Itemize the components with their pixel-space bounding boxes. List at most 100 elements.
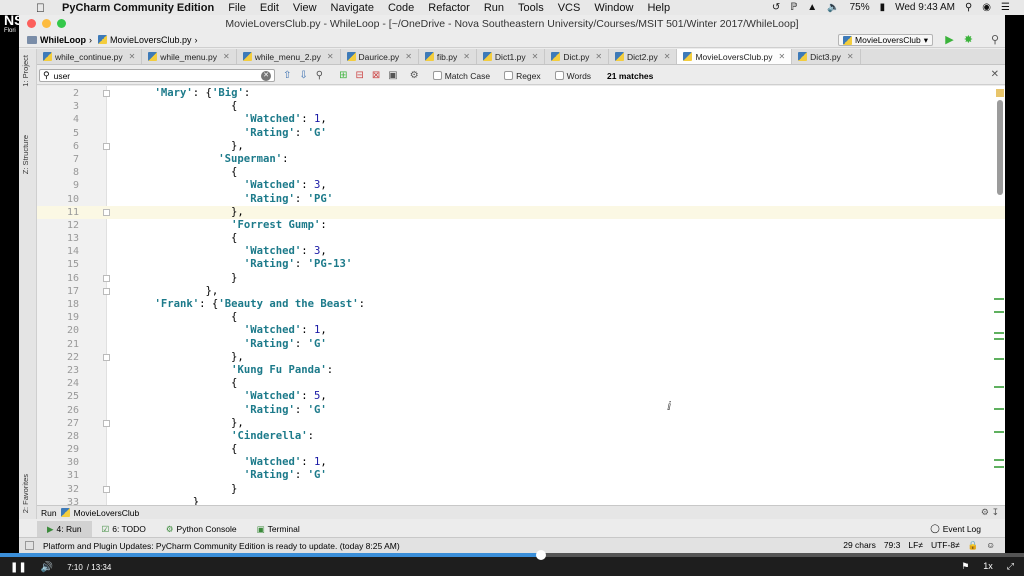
find-in-files-icon[interactable]: ⚲ [316, 70, 323, 81]
wifi-icon[interactable]: ▲ [807, 2, 817, 13]
search-icon[interactable]: ⚲ [43, 70, 50, 81]
regex-option[interactable]: Regex [504, 71, 541, 81]
code-line[interactable]: 32 } [37, 483, 1005, 496]
code-line[interactable]: 33 } [37, 496, 1005, 505]
battery-icon[interactable]: ▮ [880, 2, 886, 13]
fold-marker-icon[interactable] [103, 142, 110, 150]
tab-while_continue-py[interactable]: while_continue.py ✕ [37, 49, 143, 64]
code-line[interactable]: 26 'Rating': 'G' [37, 404, 1005, 417]
run-panel-settings-icon[interactable]: ⚙ [981, 507, 989, 517]
words-checkbox[interactable] [554, 71, 564, 80]
debug-icon[interactable]: ✸ [964, 33, 973, 46]
app-menu[interactable]: PyCharm Community Edition [62, 2, 214, 14]
tab-dict3-py[interactable]: Dict3.py ✕ [792, 49, 861, 64]
remove-occurrence-icon[interactable]: ⊟ [356, 70, 364, 81]
inspector-icon[interactable]: ☺ [986, 540, 995, 551]
run-configuration-select[interactable]: MovieLoversClub ▾ [838, 34, 933, 46]
tab-while_menu-py[interactable]: while_menu.py ✕ [142, 49, 237, 64]
clock[interactable]: Wed 9:43 AM [895, 2, 955, 13]
code-line[interactable]: 28 'Cinderella': [37, 430, 1005, 443]
close-tab-icon[interactable]: ✕ [778, 52, 785, 61]
vertical-scrollbar[interactable] [997, 100, 1003, 195]
code-line[interactable]: 12 'Forrest Gump': [37, 219, 1005, 232]
battery-level[interactable]: 75% [850, 2, 870, 13]
occurrence-marker[interactable] [994, 311, 1004, 313]
occurrence-marker[interactable] [994, 408, 1004, 410]
code-line[interactable]: 4 'Watched': 1, [37, 113, 1005, 126]
run-config-label[interactable]: MovieLoversClub [74, 508, 140, 518]
code-line[interactable]: 29 { [37, 443, 1005, 456]
menu-code[interactable]: Code [388, 2, 414, 14]
error-stripe[interactable] [993, 86, 1005, 505]
code-editor[interactable]: 2 'Mary': {'Big': 3 {4 'Watched': 1, 5 'Ra… [37, 86, 1005, 505]
code-line[interactable]: 17 }, [37, 285, 1005, 298]
favorites-tool-tab[interactable]: 2: Favorites [21, 474, 30, 513]
code-line[interactable]: 19 { [37, 311, 1005, 324]
code-line[interactable]: 24 { [37, 377, 1005, 390]
time-machine-icon[interactable]: ↺ [772, 2, 780, 13]
code-line[interactable]: 6 }, [37, 140, 1005, 153]
close-tab-icon[interactable]: ✕ [405, 52, 412, 61]
code-line[interactable]: 31 'Rating': 'G' [37, 469, 1005, 482]
words-option[interactable]: Words [554, 71, 591, 81]
code-line[interactable]: 3 { [37, 100, 1005, 113]
menu-window[interactable]: Window [594, 2, 633, 14]
code-line[interactable]: 18 'Frank': {'Beauty and the Beast': [37, 298, 1005, 311]
clear-search-icon[interactable]: ✕ [261, 71, 271, 81]
code-line[interactable]: 7 'Superman': [37, 153, 1005, 166]
code-line[interactable]: 11 }, [37, 205, 1005, 219]
breadcrumb-file[interactable]: MovieLoversClub.py › [98, 35, 198, 45]
code-line[interactable]: 2 'Mary': {'Big': [37, 87, 1005, 100]
breadcrumb-project[interactable]: WhileLoop › [27, 35, 92, 45]
tab-fib-py[interactable]: fib.py ✕ [419, 49, 477, 64]
close-tab-icon[interactable]: ✕ [463, 52, 470, 61]
volume-icon[interactable]: 🔊 [41, 562, 53, 573]
caret-position[interactable]: 79:3 [884, 540, 901, 551]
code-line[interactable]: 5 'Rating': 'G' [37, 127, 1005, 140]
tab-while_menu_2-py[interactable]: while_menu_2.py ✕ [237, 49, 341, 64]
menu-file[interactable]: File [228, 2, 246, 14]
code-line[interactable]: 20 'Watched': 1, [37, 324, 1005, 337]
tab-dict1-py[interactable]: Dict1.py ✕ [477, 49, 546, 64]
project-tool-tab[interactable]: 1: Project [21, 55, 30, 87]
event-log-button[interactable]: ◯ Event Log [930, 523, 981, 534]
next-occurrence-icon[interactable]: ⇩ [299, 70, 307, 81]
menu-view[interactable]: View [293, 2, 317, 14]
toggle-tool-buttons-icon[interactable] [25, 541, 34, 550]
code-line[interactable]: 9 'Watched': 3, [37, 179, 1005, 192]
code-line[interactable]: 10 'Rating': 'PG' [37, 193, 1005, 206]
notification-center-icon[interactable]: ☰ [1001, 2, 1010, 13]
spotlight-icon[interactable]: ⚲ [965, 2, 972, 13]
occurrence-marker[interactable] [994, 459, 1004, 461]
status-message[interactable]: Platform and Plugin Updates: PyCharm Com… [43, 541, 400, 551]
video-progress-bar[interactable] [0, 550, 1024, 560]
code-line[interactable]: 16 } [37, 272, 1005, 285]
close-tab-icon[interactable]: ✕ [129, 52, 136, 61]
code-line[interactable]: 22 }, [37, 351, 1005, 364]
hide-panel-icon[interactable]: ↧ [991, 507, 999, 517]
menu-vcs[interactable]: VCS [558, 2, 581, 14]
occurrence-marker[interactable] [994, 332, 1004, 334]
occurrence-marker[interactable] [994, 431, 1004, 433]
select-all-occurrences-icon[interactable]: ⊠ [372, 70, 380, 81]
inspection-warning-icon[interactable] [996, 89, 1004, 97]
close-tab-icon[interactable]: ✕ [532, 52, 539, 61]
file-encoding[interactable]: UTF-8≠ [931, 540, 960, 551]
pause-icon[interactable]: ❚❚ [10, 562, 27, 573]
search-everywhere-icon[interactable]: ⚲ [991, 33, 999, 46]
menu-help[interactable]: Help [647, 2, 670, 14]
fold-marker-icon[interactable] [103, 274, 110, 282]
occurrence-marker[interactable] [994, 358, 1004, 360]
match-case-option[interactable]: Match Case [432, 71, 490, 81]
chapter-flag-icon[interactable]: ⚑ [961, 561, 969, 572]
previous-occurrence-icon[interactable]: ⇧ [283, 70, 291, 81]
bluetooth-icon[interactable]: ℙ [790, 2, 797, 13]
filter-icon[interactable]: ▣ [388, 70, 397, 81]
tab-dict-py[interactable]: Dict.py ✕ [545, 49, 610, 64]
menu-edit[interactable]: Edit [260, 2, 279, 14]
playback-speed[interactable]: 1x [983, 561, 993, 572]
fold-marker-icon[interactable] [103, 287, 110, 295]
search-input[interactable] [53, 70, 244, 81]
fold-marker-icon[interactable] [103, 485, 110, 493]
match-case-checkbox[interactable] [432, 71, 442, 80]
